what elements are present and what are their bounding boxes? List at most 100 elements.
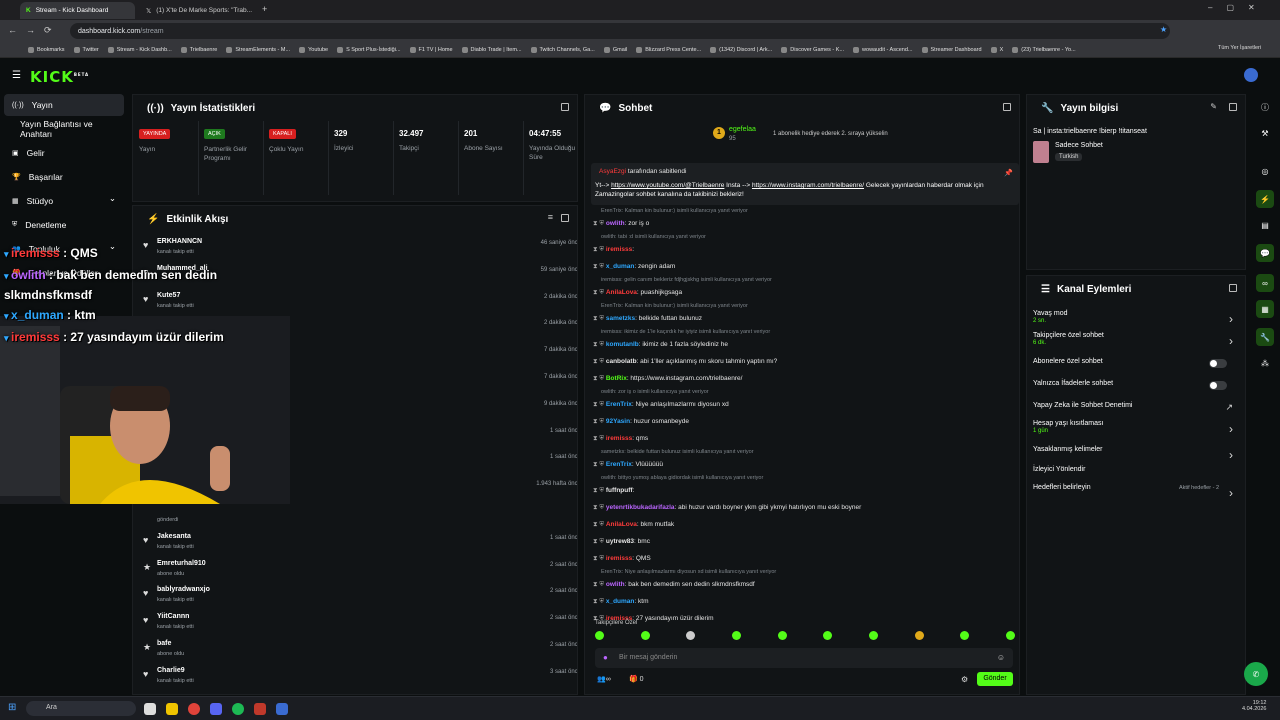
sidebar-item-0[interactable]: ((·)) Yayın [4,94,124,116]
channel-action-item[interactable]: Hesap yaşı kısıtlaması 1 gün [1033,420,1233,434]
chat-icon[interactable]: 💬 [1256,244,1274,262]
chat-message[interactable]: ⧗ ⛨ AnilaLova: puashijkgsaga [593,289,682,297]
spotify-icon[interactable] [232,703,244,715]
activity-item[interactable]: ♥ Jakesanta kanalı takip etti 1 saat önce [141,531,577,558]
chat-username[interactable]: iremisss [606,246,632,253]
bookmark-item[interactable]: (23) Trielbaenre - Yo... [1012,46,1076,53]
chat-username[interactable]: AnilaLova [606,521,637,528]
chat-message[interactable]: ⧗ ⛨ sametzks: belkide futtan bulunuz [593,315,702,323]
activity-item[interactable]: ♥YiitCannn3 saat önce [141,692,577,695]
chevron-right-icon[interactable]: › [1229,422,1233,436]
nav-buttons-icon[interactable]: ←→⟳ [8,25,61,36]
activity-item[interactable]: ♥ bablyradwanxjo kanalı takip etti 2 saat ö… [141,584,577,611]
camera-icon[interactable]: ◎ [1256,162,1274,180]
channel-action-item[interactable]: İzleyici Yönlendir [1033,466,1233,473]
other-bookmarks[interactable]: Tüm Yer İşaretleri [1218,45,1261,51]
chat-message[interactable]: ⧗ ⛨ owlith: zor iş o [593,220,649,228]
chevron-right-icon[interactable]: › [1229,448,1233,462]
settings-icon[interactable]: ⚙ [961,675,968,684]
top-gifter-name[interactable]: egefelaa [729,126,756,133]
chat-message[interactable]: ⧗ ⛨ AnilaLova: bkm mutfak [593,521,674,529]
chevron-right-icon[interactable]: › [1229,312,1233,326]
avatar[interactable] [1244,68,1258,82]
taskview-icon[interactable] [144,703,156,715]
menu-icon[interactable]: ☰ [12,70,21,81]
bookmark-star-icon[interactable]: ★ [1160,25,1167,34]
browser-tab[interactable]: 𝕏 (1) X'te De Marke Sports: "Trab... [140,2,260,19]
discord-icon[interactable] [210,703,222,715]
folder-icon[interactable] [166,703,178,715]
bookmark-item[interactable]: Diablo Trade | Item... [461,46,522,53]
chat-username[interactable]: komutanlb [606,341,639,348]
chat-message[interactable]: ⧗ ⛨ iremisss: [593,246,634,254]
bookmark-item[interactable]: Trielbaenre [180,46,217,53]
activity-item[interactable]: ♥ YiitCannn kanalı takip etti 2 saat önce [141,611,577,638]
channel-action-item[interactable]: Yapay Zeka ile Sohbet Denetimi [1033,402,1233,409]
bookmark-item[interactable]: Youtube [299,46,328,53]
chat-username[interactable]: sametzks [606,315,635,322]
chat-username[interactable]: x_duman [606,598,635,605]
pin-icon[interactable]: 📌 [1004,169,1013,177]
bookmark-item[interactable]: Blizzard Press Cente... [636,46,701,53]
bookmark-item[interactable]: Gmail [603,46,627,53]
chat-message[interactable]: ⧗ ⛨ canbolatb: abi 1'ller açıklanmış mı … [593,358,777,366]
bookmark-item[interactable]: X [990,46,1003,53]
chat-message[interactable]: ⧗ ⛨ uytrew83: bmc [593,538,650,546]
external-link-icon[interactable]: ↗ [1225,402,1233,413]
lightning-icon[interactable]: ⚡ [1256,190,1274,208]
chat-message[interactable]: ⧗ ⛨ fuffnpuff: [593,487,634,495]
chat-users-icon[interactable]: 👥∞ [597,675,611,683]
chat-username[interactable]: yetenrtikbukadarifazla [606,504,675,511]
steam-icon[interactable] [276,703,288,715]
channel-action-item[interactable]: Yavaş mod 2 sn. [1033,310,1233,324]
chat-message[interactable]: ⧗ ⛨ x_duman: ktm [593,598,649,606]
chevron-right-icon[interactable]: › [1229,486,1233,500]
sidebar-item-5[interactable]: ⛨ Denetleme [4,214,124,236]
taskbar-search[interactable]: Ara [26,701,136,716]
chat-username[interactable]: owlith [606,220,625,227]
chat-message[interactable]: ⧗ ⛨ iremisss: qms [593,435,648,443]
toggle-switch[interactable] [1209,359,1227,368]
chevron-right-icon[interactable]: › [1229,334,1233,348]
chrome-icon[interactable] [188,703,200,715]
popout-icon[interactable] [1003,103,1011,111]
chevron-down-icon[interactable]: ⌄ [109,193,116,204]
channel-action-item[interactable]: Abonelere özel sohbet [1033,358,1233,365]
bookmark-item[interactable]: Bookmarks [28,46,65,53]
bookmark-item[interactable]: S Sport Plus-İstediği... [337,46,401,53]
sidebar-item-2[interactable]: ▣ Gelir [4,142,124,164]
chat-username[interactable]: ErenTrix [606,461,632,468]
chat-message[interactable]: ⧗ ⛨ ErenTrix: Niye anlaşılmazlarmı diyos… [593,401,729,409]
chat-message[interactable]: ⧗ ⛨ komutanlb: ikimiz de 1 fazla söyledi… [593,341,728,349]
support-chat-icon[interactable]: ✆ [1244,662,1268,686]
apps-icon[interactable]: ⁂ [1256,354,1274,372]
chat-username[interactable]: canbolatb [606,358,637,365]
sidebar-item-4[interactable]: ▦ Stüdyo ⌄ [4,190,124,212]
activity-item[interactable]: ♥ Charlie9 kanalı takip etti 3 saat önce [141,665,577,692]
chat-message[interactable]: ⧗ ⛨ ErenTrix: Vlüüüüüü [593,461,663,469]
bookmark-item[interactable]: Discover Games - K... [781,46,844,53]
chat-username[interactable]: 92Yasin [606,418,630,425]
chat-username[interactable]: iremisss [606,435,632,442]
chat-username[interactable]: iremisss [606,555,632,562]
new-tab-icon[interactable]: + [262,4,267,14]
link-icon[interactable]: ∞ [1256,274,1274,292]
popout-icon[interactable] [561,214,569,222]
emoji-icon[interactable]: ☺ [997,653,1005,662]
popout-icon[interactable] [561,103,569,111]
gift-icon[interactable]: 🎁 0 [629,675,644,683]
sidebar-item-3[interactable]: 🏆 Başarılar [4,166,124,188]
edit-icon[interactable]: ✎ [1210,102,1217,111]
storage-icon[interactable]: ▦ [1256,300,1274,318]
browser-tab-active[interactable]: K Stream - Kick Dashboard [20,2,135,19]
chat-username[interactable]: uytrew83 [606,538,634,545]
popout-icon[interactable] [1229,284,1237,292]
mic-icon[interactable]: ● [603,653,608,662]
chat-username[interactable]: AnilaLova [606,289,637,296]
chat-username[interactable]: ErenTrix [606,401,632,408]
channel-action-item[interactable]: Takipçilere özel sohbet 6 dk. [1033,332,1233,346]
popout-icon[interactable] [1229,103,1237,111]
chat-username[interactable]: x_duman [606,263,635,270]
activity-item[interactable]: ★ Emreturhal910 abone oldu 2 saat önce [141,558,577,585]
chat-username[interactable]: owlith [606,581,625,588]
